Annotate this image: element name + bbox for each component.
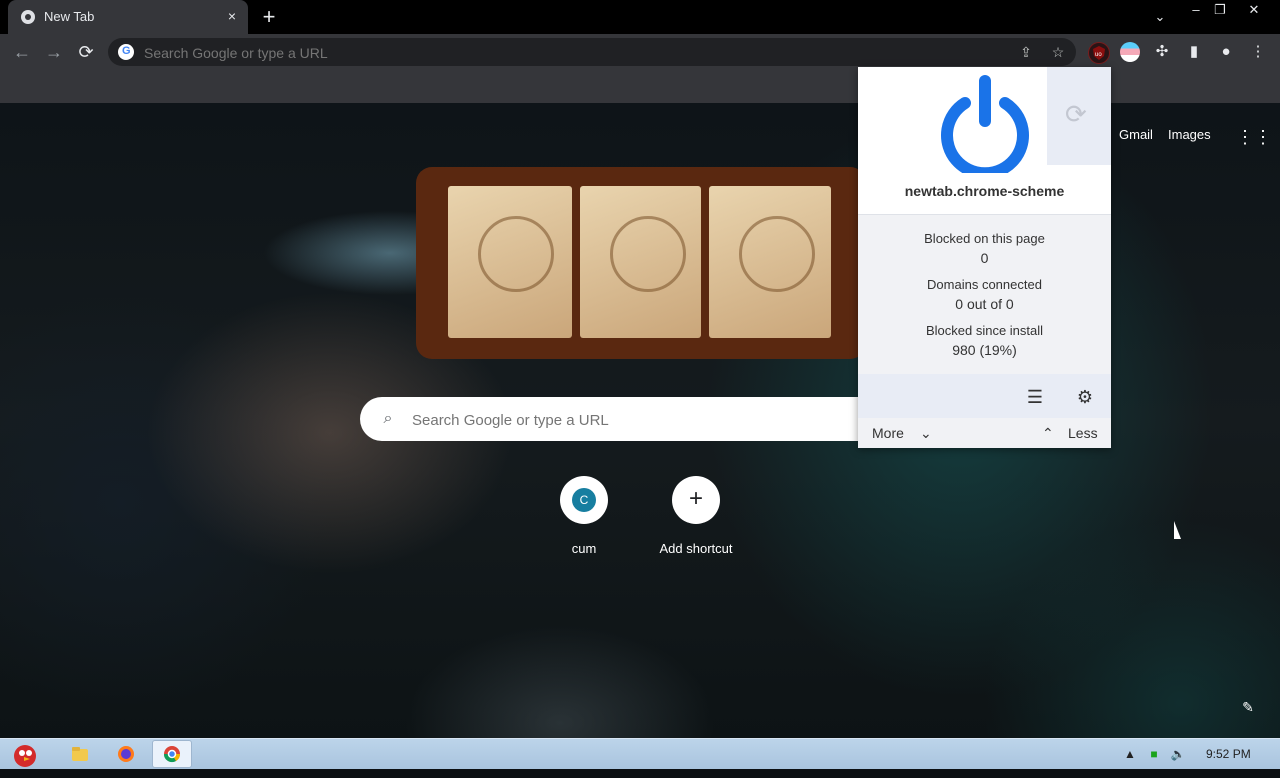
side-panel-icon[interactable]: ▮ xyxy=(1182,40,1206,64)
bookmark-star-icon[interactable]: ☆ xyxy=(1048,42,1068,62)
customize-pencil-icon[interactable]: ✎ xyxy=(1238,697,1258,717)
back-button[interactable]: ← xyxy=(10,40,34,64)
close-window-button[interactable]: ✕ xyxy=(1244,2,1264,18)
search-icon: ⌕ xyxy=(383,410,393,427)
shortcut-tile[interactable]: C cum xyxy=(536,476,632,556)
refresh-icon: ⟳ xyxy=(1065,99,1087,129)
popup-hostname: newtab.chrome-scheme xyxy=(904,183,1065,199)
doodle-panel-machine xyxy=(448,186,572,338)
more-button[interactable]: More xyxy=(872,425,904,441)
menu-kebab-icon[interactable]: ⋮ xyxy=(1246,40,1270,64)
folder-icon[interactable] xyxy=(60,740,100,768)
firefox-icon[interactable] xyxy=(106,740,146,768)
mouse-cursor-icon xyxy=(1174,521,1188,539)
tab-strip: New Tab × + ⌄ – ❐ ✕ xyxy=(0,0,1280,34)
shortcut-icon-circle: C xyxy=(560,476,608,524)
svg-text:uo: uo xyxy=(1095,52,1102,58)
chevron-up-icon[interactable]: ⌃ xyxy=(1042,425,1054,442)
chevron-down-icon[interactable]: ⌄ xyxy=(920,425,932,442)
ublock-popup: ⟳ newtab.chrome-scheme Blocked on this p… xyxy=(858,67,1111,448)
plus-icon: + xyxy=(688,485,703,512)
google-apps-icon[interactable]: ⋮⋮ xyxy=(1236,127,1272,147)
tab-search-chevron-icon[interactable]: ⌄ xyxy=(1150,9,1170,25)
profile-avatar-icon[interactable]: ● xyxy=(1214,40,1238,64)
close-tab-icon[interactable]: × xyxy=(224,8,240,24)
stat-value-blocked-page: 0 xyxy=(980,250,989,266)
volume-icon[interactable]: 🔈 xyxy=(1170,746,1186,762)
add-shortcut-tile[interactable]: + Add shortcut xyxy=(648,476,744,556)
extension-flag-icon[interactable] xyxy=(1120,42,1140,62)
tab-title: New Tab xyxy=(44,9,95,24)
doodle-panel-cups xyxy=(709,186,831,338)
logger-icon[interactable]: ☰ xyxy=(1022,384,1048,410)
google-icon: G xyxy=(118,44,134,60)
ublock-icon[interactable]: uo xyxy=(1088,42,1110,64)
share-icon[interactable]: ⇪ xyxy=(1016,42,1036,62)
shortcut-label: cum xyxy=(571,541,597,556)
add-shortcut-label: Add shortcut xyxy=(659,541,733,556)
add-shortcut-circle: + xyxy=(672,476,720,524)
extensions-puzzle-icon[interactable]: ✣ xyxy=(1150,40,1174,64)
popup-stats: Blocked on this page 0 Domains connected… xyxy=(858,214,1111,375)
images-link[interactable]: Images xyxy=(1168,127,1211,142)
forward-button[interactable]: → xyxy=(42,40,66,64)
power-button-icon[interactable] xyxy=(940,73,1030,173)
tab-new-tab[interactable]: New Tab × xyxy=(8,0,248,34)
taskbar: ▲ ■ 🔈 9:52 PM xyxy=(0,738,1280,769)
restore-button[interactable]: ❐ xyxy=(1210,2,1230,18)
popup-footer: More ⌄ ⌃ Less xyxy=(858,418,1111,448)
omnibox[interactable]: G ⇪ ☆ xyxy=(108,38,1076,66)
gmail-link[interactable]: Gmail xyxy=(1119,127,1153,142)
network-icon[interactable]: ■ xyxy=(1146,746,1162,762)
stat-label-since-install: Blocked since install xyxy=(925,323,1044,338)
stat-value-since-install: 980 (19%) xyxy=(952,342,1017,358)
newtab-search-input[interactable] xyxy=(410,408,894,432)
angry-birds-icon[interactable] xyxy=(4,740,44,768)
omnibox-input[interactable] xyxy=(142,41,966,65)
doodle-panel-gears xyxy=(580,186,701,338)
newtab-search-box[interactable]: ⌕ xyxy=(360,397,920,441)
browser-toolbar: ← → ⟳ G ⇪ ☆ uo ✣ ▮ ● ⋮ xyxy=(0,34,1280,70)
stat-label-blocked-page: Blocked on this page xyxy=(924,231,1045,246)
minimize-button[interactable]: – xyxy=(1186,2,1206,18)
popup-tools: ☰ ⚙ xyxy=(858,374,1111,418)
chrome-taskbar-icon[interactable] xyxy=(152,740,192,768)
stat-value-domains: 0 out of 0 xyxy=(955,296,1014,312)
tray-expand-icon[interactable]: ▲ xyxy=(1122,746,1138,762)
google-doodle[interactable] xyxy=(416,167,866,359)
refresh-button[interactable]: ⟳ xyxy=(1047,67,1111,165)
shortcut-letter-icon: C xyxy=(572,488,596,512)
chrome-icon xyxy=(21,10,35,24)
reload-button[interactable]: ⟳ xyxy=(74,40,98,64)
less-button[interactable]: Less xyxy=(1068,425,1098,441)
stat-label-domains: Domains connected xyxy=(927,277,1042,292)
new-tab-button[interactable]: + xyxy=(258,6,280,29)
clock[interactable]: 9:52 PM xyxy=(1206,747,1251,761)
dashboard-gears-icon[interactable]: ⚙ xyxy=(1072,384,1098,410)
